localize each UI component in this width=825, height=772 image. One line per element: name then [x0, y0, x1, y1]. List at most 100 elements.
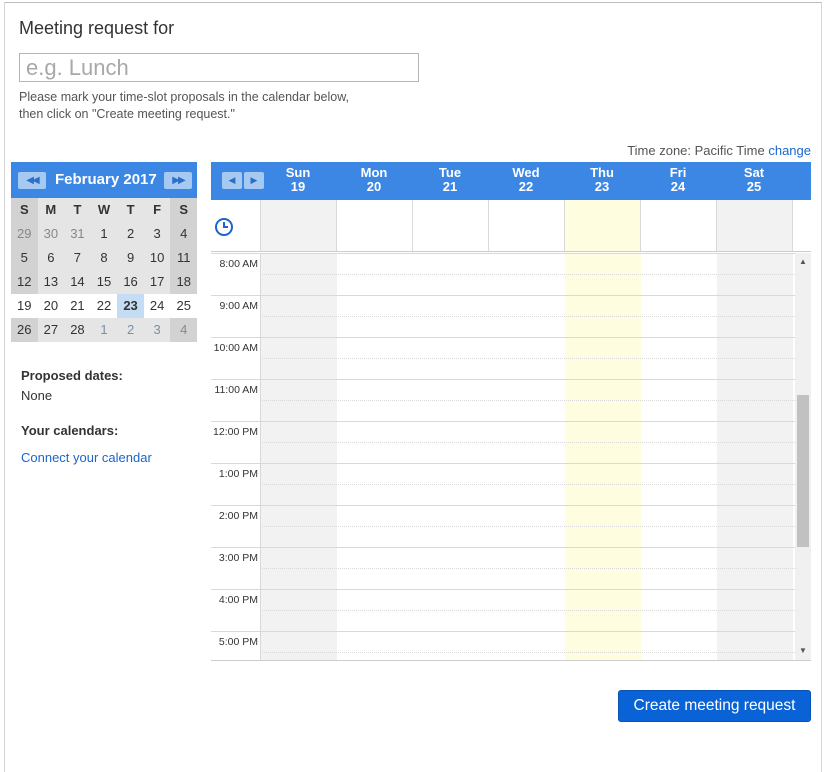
- prev-week-button[interactable]: ◀: [222, 172, 242, 189]
- half-hour-line: [260, 358, 795, 359]
- day-name: Mon: [360, 165, 388, 180]
- create-meeting-button[interactable]: Create meeting request: [618, 690, 811, 722]
- day-name: Sat: [743, 165, 765, 180]
- half-hour-line: [260, 526, 795, 527]
- mini-calendar-day[interactable]: 16: [117, 270, 144, 294]
- time-grid-scrollbar[interactable]: ▲ ▼: [795, 253, 811, 660]
- day-name: Sun: [285, 165, 311, 180]
- day-column[interactable]: [716, 253, 793, 660]
- weekday-header: T: [64, 198, 91, 222]
- weekday-header: W: [90, 198, 118, 222]
- prev-month-button[interactable]: ◀◀: [18, 172, 46, 189]
- timezone-change-link[interactable]: change: [768, 143, 811, 158]
- mini-calendar-day[interactable]: 12: [11, 270, 38, 294]
- mini-calendar-day[interactable]: 2: [117, 318, 144, 342]
- next-month-button[interactable]: ▶▶: [164, 172, 192, 189]
- week-header: ◀ ▶ Sun 19 Mon 20 Tue 21 Wed 22 Thu 23 Fri 24 Sat 25: [211, 162, 811, 200]
- day-column[interactable]: [412, 253, 489, 660]
- day-column[interactable]: [488, 253, 565, 660]
- time-label: 1:00 PM: [218, 468, 258, 480]
- mini-calendar-day[interactable]: 14: [64, 270, 91, 294]
- mini-calendar-day[interactable]: 6: [37, 246, 65, 270]
- day-column[interactable]: [640, 253, 717, 660]
- clock-icon: [215, 218, 233, 236]
- half-hour-line: [260, 274, 795, 275]
- all-day-cell[interactable]: [336, 200, 413, 251]
- day-header-mon: Mon 20: [336, 166, 412, 194]
- hour-line: [211, 547, 795, 548]
- mini-calendar-day[interactable]: 25: [170, 294, 197, 318]
- time-label: 5:00 PM: [218, 636, 258, 648]
- mini-calendar-day[interactable]: 11: [170, 246, 197, 270]
- day-name: Fri: [669, 165, 687, 180]
- hour-line: [211, 463, 795, 464]
- day-header-tue: Tue 21: [412, 166, 488, 194]
- time-grid[interactable]: ▲ ▼ 8:00 AM 9:00 AM 10:00 AM 11:00 AM 12:00 …: [211, 253, 811, 661]
- half-hour-line: [260, 568, 795, 569]
- mini-calendar-day[interactable]: 2: [117, 222, 144, 246]
- connect-calendar-link[interactable]: Connect your calendar: [21, 450, 152, 465]
- hour-line: [211, 253, 795, 254]
- mini-calendar-day[interactable]: 5: [11, 246, 38, 270]
- all-day-cell[interactable]: [260, 200, 337, 251]
- mini-calendar-day[interactable]: 21: [64, 294, 91, 318]
- hour-line: [211, 337, 795, 338]
- mini-calendar-day[interactable]: 31: [64, 222, 91, 246]
- day-date: 25: [746, 179, 762, 194]
- scroll-up-arrow[interactable]: ▲: [795, 255, 811, 269]
- day-column[interactable]: [260, 253, 337, 660]
- mini-calendar-day[interactable]: 3: [143, 318, 171, 342]
- mini-calendar-day[interactable]: 10: [143, 246, 171, 270]
- mini-calendar-day[interactable]: 1: [90, 318, 118, 342]
- mini-calendar-day[interactable]: 26: [11, 318, 38, 342]
- half-hour-line: [260, 400, 795, 401]
- mini-calendar-day[interactable]: 29: [11, 222, 38, 246]
- mini-calendar-day[interactable]: 19: [11, 294, 38, 318]
- all-day-cell[interactable]: [488, 200, 565, 251]
- time-label: 11:00 AM: [214, 384, 258, 396]
- timezone-bar: Time zone: Pacific Time change: [627, 143, 811, 158]
- mini-calendar-header: ◀◀ February 2017 ▶▶: [11, 162, 197, 198]
- all-day-cell[interactable]: [716, 200, 793, 251]
- mini-calendar-day[interactable]: 23: [117, 294, 144, 318]
- day-header-thu: Thu 23: [564, 166, 640, 194]
- all-day-cell[interactable]: [640, 200, 717, 251]
- proposed-dates-label: Proposed dates:: [21, 368, 123, 383]
- mini-calendar-grid: S M T W T F S 29 30 31 1 2 3 4 5 6 7 8 9 10 11 12 13 14 15 16 17 18…: [11, 198, 197, 342]
- mini-calendar-day[interactable]: 9: [117, 246, 144, 270]
- all-day-end-line: [792, 200, 793, 251]
- instructions: Please mark your time-slot proposals in …: [19, 89, 349, 123]
- mini-calendar-day[interactable]: 27: [37, 318, 65, 342]
- mini-calendar-day[interactable]: 22: [90, 294, 118, 318]
- time-label: 3:00 PM: [218, 552, 258, 564]
- day-date: 22: [518, 179, 534, 194]
- instructions-line-1: Please mark your time-slot proposals in …: [19, 90, 350, 104]
- mini-calendar-day[interactable]: 28: [64, 318, 91, 342]
- half-hour-line: [260, 652, 795, 653]
- day-column[interactable]: [336, 253, 413, 660]
- mini-calendar-day[interactable]: 7: [64, 246, 91, 270]
- weekday-header: M: [37, 198, 65, 222]
- mini-calendar-day[interactable]: 18: [170, 270, 197, 294]
- scroll-thumb[interactable]: [797, 395, 809, 547]
- all-day-cell[interactable]: [564, 200, 641, 251]
- all-day-row: [211, 200, 811, 252]
- weekday-header: T: [117, 198, 144, 222]
- day-column[interactable]: [564, 253, 641, 660]
- mini-calendar-day[interactable]: 8: [90, 246, 118, 270]
- mini-calendar-day[interactable]: 20: [37, 294, 65, 318]
- mini-calendar-day[interactable]: 3: [143, 222, 171, 246]
- mini-calendar-day[interactable]: 30: [37, 222, 65, 246]
- meeting-name-input[interactable]: [19, 53, 419, 82]
- day-date: 21: [442, 179, 458, 194]
- mini-calendar-day[interactable]: 24: [143, 294, 171, 318]
- mini-calendar-day[interactable]: 4: [170, 222, 197, 246]
- mini-calendar-day[interactable]: 17: [143, 270, 171, 294]
- all-day-cell[interactable]: [412, 200, 489, 251]
- mini-calendar-day[interactable]: 1: [90, 222, 118, 246]
- mini-calendar-day[interactable]: 4: [170, 318, 197, 342]
- scroll-down-arrow[interactable]: ▼: [795, 644, 811, 658]
- day-date: 23: [594, 179, 610, 194]
- mini-calendar-day[interactable]: 15: [90, 270, 118, 294]
- mini-calendar-day[interactable]: 13: [37, 270, 65, 294]
